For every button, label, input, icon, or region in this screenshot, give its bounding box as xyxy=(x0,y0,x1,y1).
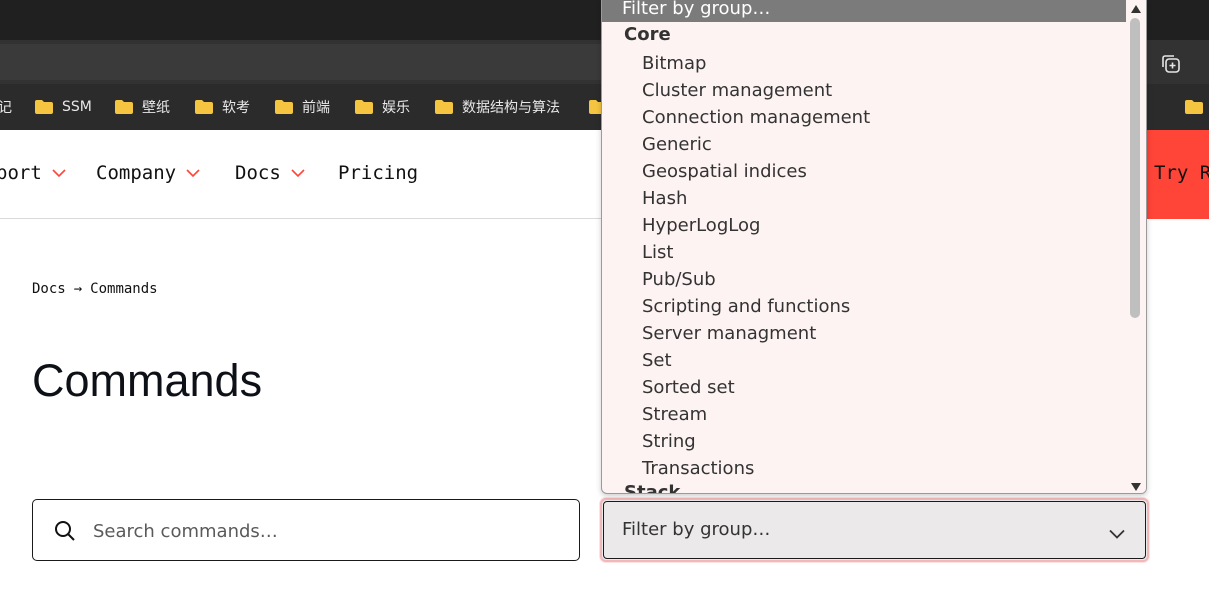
dropdown-option[interactable]: Stream xyxy=(642,401,707,428)
dropdown-option[interactable]: Set xyxy=(642,347,672,374)
bookmark-folder[interactable] xyxy=(1184,84,1204,130)
bookmark-folder[interactable]: 前端 xyxy=(274,84,330,130)
bookmark-folder[interactable]: 壁纸 xyxy=(114,84,170,130)
bookmark-folder[interactable]: 软考 xyxy=(194,84,250,130)
dropdown-option[interactable]: String xyxy=(642,428,696,455)
dropdown-option[interactable]: List xyxy=(642,239,673,266)
chevron-down-icon xyxy=(52,168,66,178)
try-redis-button[interactable]: Try R xyxy=(1146,130,1209,219)
bookmark-folder[interactable]: 数据结构与算法 xyxy=(434,84,560,130)
option-group-stack: Stack xyxy=(624,482,681,494)
bookmark-label: 壁纸 xyxy=(142,100,170,116)
breadcrumb-docs-link[interactable]: Docs xyxy=(32,281,66,297)
nav-item-support[interactable]: port xyxy=(0,162,66,184)
dropdown-option[interactable]: Sorted set xyxy=(642,374,735,401)
dropdown-option[interactable]: Scripting and functions xyxy=(642,293,850,320)
select-value: Filter by group… xyxy=(622,519,771,540)
scrollbar-thumb[interactable] xyxy=(1130,18,1140,318)
folder-icon xyxy=(34,99,54,115)
dropdown-option[interactable]: HyperLogLog xyxy=(642,212,760,239)
chevron-down-icon xyxy=(1109,524,1125,539)
nav-item-pricing[interactable]: Pricing xyxy=(338,162,418,184)
chevron-down-icon xyxy=(291,168,305,178)
bookmark-folder[interactable]: SSM xyxy=(34,84,92,130)
folder-icon xyxy=(274,99,294,115)
breadcrumb: Docs → Commands xyxy=(32,281,158,297)
folder-icon xyxy=(194,99,214,115)
dropdown-option[interactable]: Pub/Sub xyxy=(642,266,716,293)
bookmark-label: 数据结构与算法 xyxy=(462,100,560,116)
folder-icon xyxy=(1184,99,1204,115)
dropdown-option[interactable]: Server managment xyxy=(642,320,816,347)
search-icon xyxy=(53,519,77,543)
dropdown-option[interactable]: Hash xyxy=(642,185,687,212)
bookmark-folder[interactable]: 娱乐 xyxy=(354,84,410,130)
breadcrumb-separator: → xyxy=(73,281,83,297)
folder-icon xyxy=(114,99,134,115)
bookmark-label: 前端 xyxy=(302,100,330,116)
dropdown-option[interactable]: Connection management xyxy=(642,104,870,131)
bookmark-folder[interactable]: 记 xyxy=(0,84,12,130)
option-group-core: Core xyxy=(624,24,671,45)
try-button-label: Try R xyxy=(1154,162,1209,184)
filter-by-group-select[interactable]: Filter by group… xyxy=(600,498,1149,562)
dropdown-option[interactable]: Bitmap xyxy=(642,50,706,77)
nav-item-label: Pricing xyxy=(338,162,419,184)
bookmark-label: 记 xyxy=(0,100,12,116)
dropdown-scrollbar[interactable] xyxy=(1126,0,1146,493)
search-box[interactable] xyxy=(32,499,580,561)
nav-item-company[interactable]: Company xyxy=(96,162,200,184)
folder-icon xyxy=(434,99,454,115)
bookmark-label: 娱乐 xyxy=(382,100,410,116)
bookmark-label: SSM xyxy=(62,99,92,115)
tab-actions-icon[interactable] xyxy=(1160,53,1182,75)
dropdown-header-label: Filter by group… xyxy=(622,0,771,19)
chevron-down-icon xyxy=(186,168,200,178)
nav-item-label: port xyxy=(0,162,42,184)
dropdown-option[interactable]: Cluster management xyxy=(642,77,832,104)
nav-item-label: Company xyxy=(96,162,177,184)
dropdown-option[interactable]: Geospatial indices xyxy=(642,158,807,185)
dropdown-option[interactable]: Transactions xyxy=(642,455,754,482)
folder-icon xyxy=(354,99,374,115)
bookmark-label: 软考 xyxy=(222,100,250,116)
dropdown-highlighted-option[interactable]: Filter by group… xyxy=(602,0,1146,22)
nav-item-label: Docs xyxy=(235,162,281,184)
scroll-down-arrow-icon[interactable] xyxy=(1129,478,1143,491)
breadcrumb-current: Commands xyxy=(90,281,158,297)
nav-item-docs[interactable]: Docs xyxy=(235,162,305,184)
search-input[interactable] xyxy=(93,512,563,550)
dropdown-option[interactable]: Generic xyxy=(642,131,712,158)
page-title: Commands xyxy=(32,355,263,406)
filter-dropdown-list[interactable]: Filter by group… Core Bitmap Cluster man… xyxy=(601,0,1147,494)
scroll-up-arrow-icon[interactable] xyxy=(1129,0,1143,13)
